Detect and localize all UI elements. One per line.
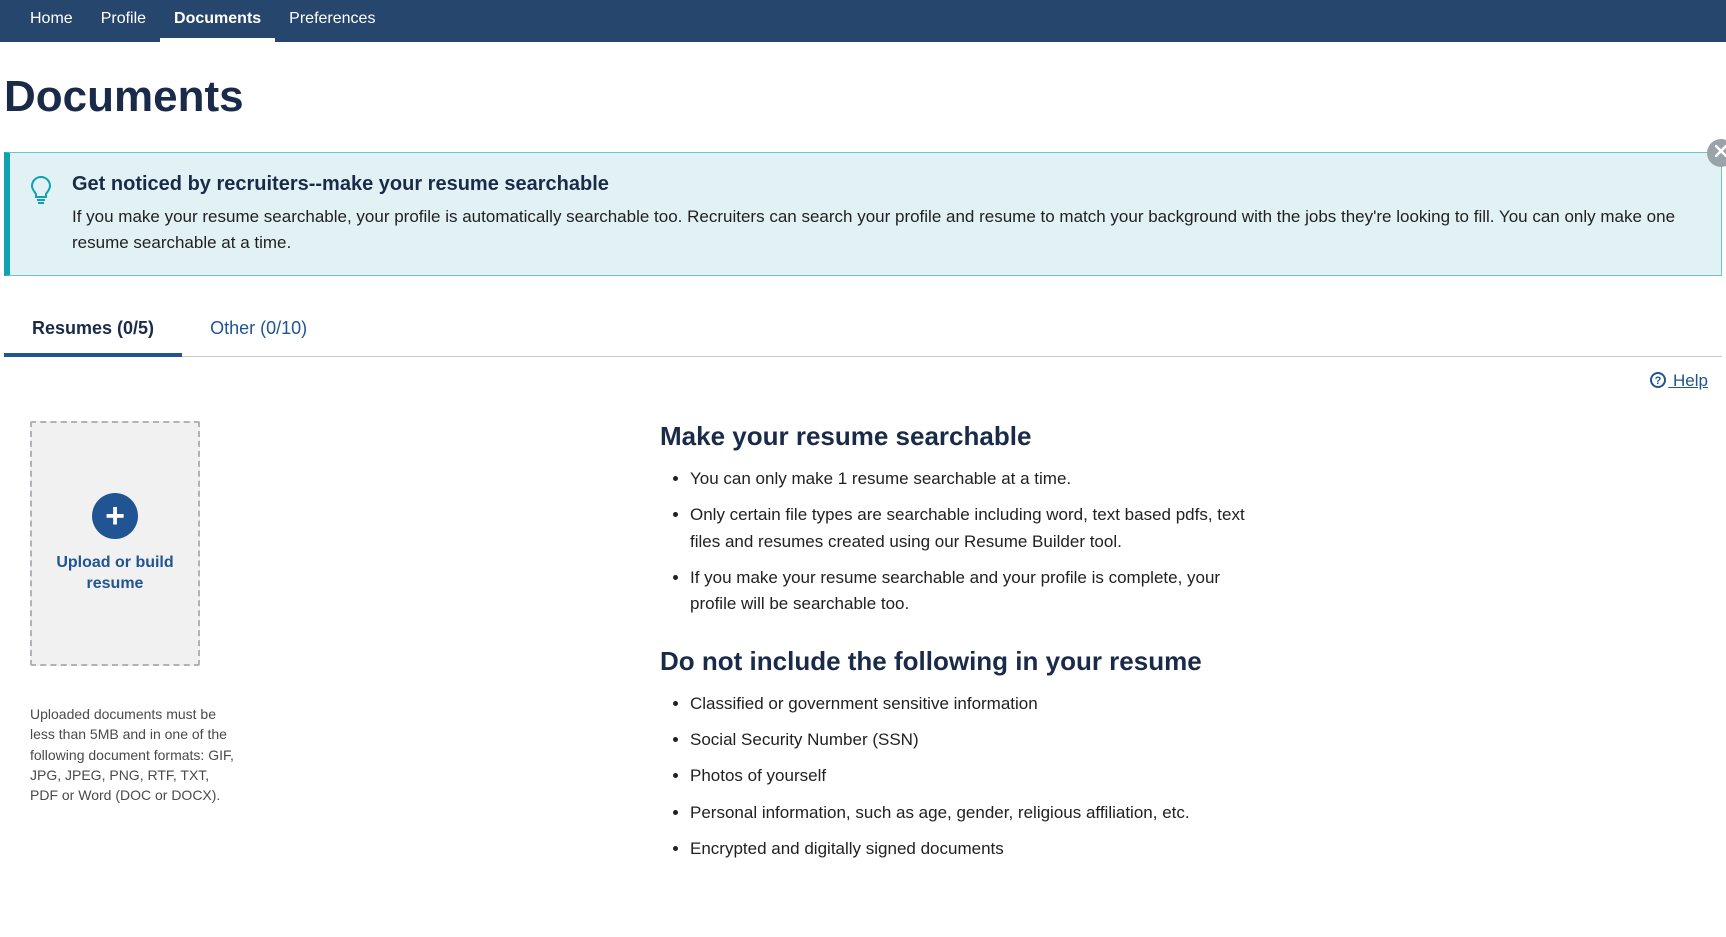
section-donotinclude-list: Classified or government sensitive infor… [660,691,1706,863]
help-link[interactable]: ? Help [1650,371,1708,390]
section-searchable-list: You can only make 1 resume searchable at… [660,466,1706,618]
list-item: Photos of yourself [690,763,1250,789]
list-item: Encrypted and digitally signed documents [690,836,1250,862]
close-icon [1715,144,1726,162]
nav-home[interactable]: Home [16,0,87,42]
page-title: Documents [4,72,1726,122]
section-searchable-heading: Make your resume searchable [660,421,1706,452]
tab-other[interactable]: Other (0/10) [182,306,335,356]
list-item: Social Security Number (SSN) [690,727,1250,753]
list-item: Only certain file types are searchable i… [690,502,1250,555]
list-item: If you make your resume searchable and y… [690,565,1250,618]
banner-body: If you make your resume searchable, your… [72,204,1691,255]
section-donotinclude-heading: Do not include the following in your res… [660,646,1706,677]
info-banner: Get noticed by recruiters--make your res… [4,152,1722,276]
banner-heading: Get noticed by recruiters--make your res… [72,173,1691,196]
nav-profile[interactable]: Profile [87,0,160,42]
nav-documents[interactable]: Documents [160,0,275,42]
nav-preferences[interactable]: Preferences [275,0,389,42]
help-icon: ? [1650,371,1673,390]
svg-text:?: ? [1655,375,1662,387]
upload-note: Uploaded documents must be less than 5MB… [30,704,240,805]
list-item: You can only make 1 resume searchable at… [690,466,1250,492]
tabs: Resumes (0/5) Other (0/10) [4,306,1722,357]
plus-circle-icon: + [92,493,138,539]
list-item: Personal information, such as age, gende… [690,800,1250,826]
lightbulb-icon [30,175,52,255]
upload-label: Upload or build resume [42,553,188,595]
close-banner-button[interactable] [1707,139,1726,167]
help-label: Help [1673,371,1708,390]
top-nav: Home Profile Documents Preferences [0,0,1726,42]
tab-resumes[interactable]: Resumes (0/5) [4,306,182,357]
upload-or-build-resume-button[interactable]: + Upload or build resume [30,421,200,666]
list-item: Classified or government sensitive infor… [690,691,1250,717]
